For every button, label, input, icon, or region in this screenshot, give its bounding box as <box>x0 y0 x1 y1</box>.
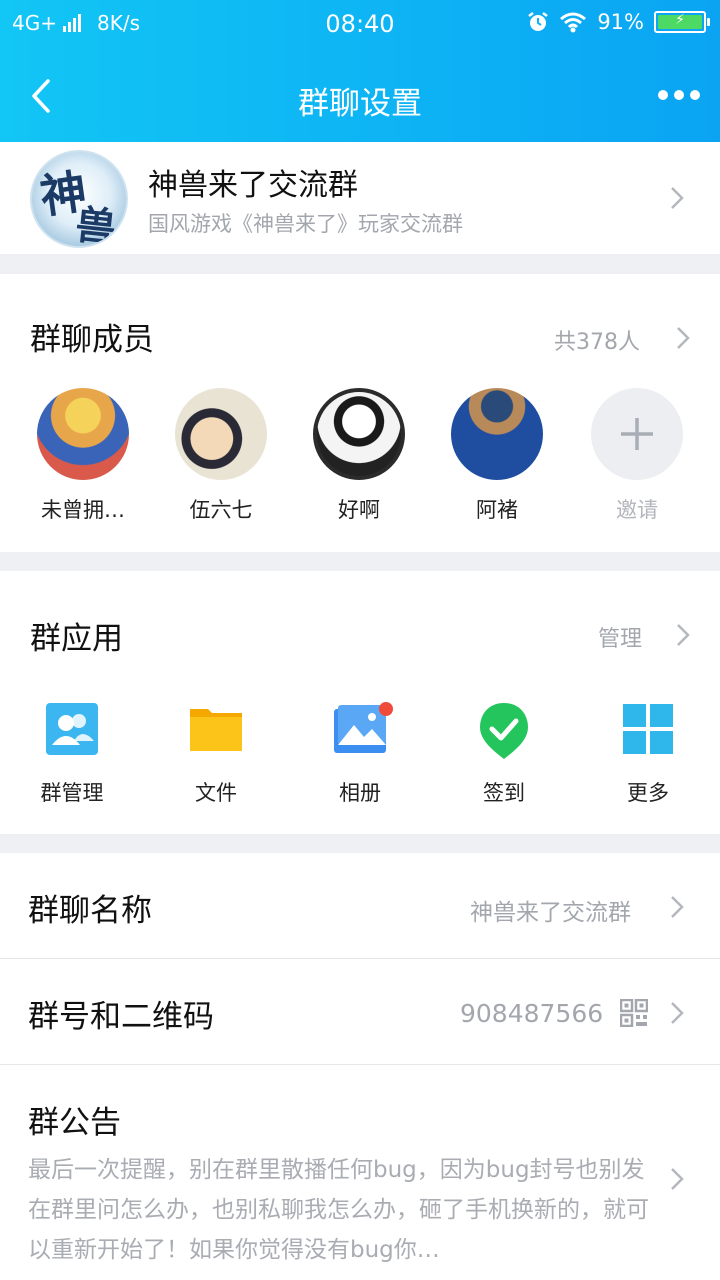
nav-bar: 群聊设置 <box>0 50 720 142</box>
more-dots-icon[interactable] <box>658 90 700 100</box>
app-label: 相册 <box>339 781 381 805</box>
apps-section: 群应用 管理 群管理 文件 相册 签到 更多 <box>0 571 720 834</box>
member-count[interactable]: 共378人 <box>554 324 640 356</box>
member-item[interactable]: 好啊 <box>294 388 424 524</box>
settings-section: 群聊名称 神兽来了交流群 群号和二维码 908487566 群公告 最后一次提醒… <box>0 853 720 1280</box>
battery-icon: ⚡ <box>654 11 710 33</box>
chevron-right-icon[interactable] <box>676 326 690 350</box>
avatar-cartoon-ninja <box>175 388 267 480</box>
app-files[interactable]: 文件 <box>156 701 276 807</box>
avatar-photo-jacket <box>451 388 543 480</box>
qr-code-icon <box>619 998 649 1028</box>
app-label: 文件 <box>195 781 237 805</box>
app-group-manage[interactable]: 群管理 <box>12 701 132 807</box>
row-label: 群号和二维码 <box>28 999 214 1035</box>
app-label: 群管理 <box>40 781 104 805</box>
member-item[interactable]: 阿褚 <box>432 388 562 524</box>
group-name: 神兽来了交流群 <box>148 168 358 203</box>
member-name: 未曾拥… <box>41 498 125 522</box>
row-label: 群聊名称 <box>28 893 152 929</box>
group-number-value: 908487566 <box>460 999 604 1028</box>
avatar-cartoon-racer <box>37 388 129 480</box>
status-bar: 4G+ 8K/s 08:40 91% ⚡ <box>0 0 720 50</box>
group-manage-icon <box>44 701 100 757</box>
invite-button[interactable]: 邀请 <box>572 388 702 524</box>
app-label: 签到 <box>483 781 525 805</box>
battery-percent: 91% <box>597 10 644 34</box>
app-check-in[interactable]: 签到 <box>444 701 564 807</box>
page-title: 群聊设置 <box>298 86 422 122</box>
notice-text: 最后一次提醒，别在群里散播任何bug，因为bug封号也别发在群里问怎么办，也别私… <box>28 1157 649 1263</box>
wifi-icon <box>560 12 587 33</box>
group-number-row[interactable]: 群号和二维码 908487566 <box>0 959 720 1064</box>
notification-badge <box>379 702 393 716</box>
invite-label: 邀请 <box>616 498 658 522</box>
member-item[interactable]: 伍六七 <box>156 388 286 524</box>
chevron-right-icon[interactable] <box>676 623 690 647</box>
chevron-right-icon <box>670 895 684 919</box>
group-name-row[interactable]: 群聊名称 神兽来了交流群 <box>0 853 720 958</box>
member-item[interactable]: 未曾拥… <box>18 388 148 524</box>
app-more[interactable]: 更多 <box>588 701 708 807</box>
group-name-value: 神兽来了交流群 <box>470 900 631 926</box>
chevron-right-icon <box>670 1167 684 1191</box>
members-section: 群聊成员 共378人 未曾拥… 伍六七 好啊 阿褚 邀请 <box>0 274 720 552</box>
apps-title: 群应用 <box>30 621 123 657</box>
avatar-manga-suit <box>313 388 405 480</box>
alarm-icon <box>528 12 549 31</box>
member-name: 好啊 <box>338 498 380 522</box>
row-label: 群公告 <box>28 1105 121 1141</box>
app-album[interactable]: 相册 <box>300 701 420 807</box>
app-label: 更多 <box>627 781 669 805</box>
member-name: 阿褚 <box>476 498 518 522</box>
apps-manage-link[interactable]: 管理 <box>598 621 642 653</box>
check-in-icon <box>476 701 532 759</box>
avatar-glyph: 兽 <box>73 201 118 248</box>
photo-album-icon <box>332 701 393 757</box>
grid-more-icon <box>620 701 676 757</box>
members-title: 群聊成员 <box>30 322 154 358</box>
group-header[interactable]: 神 兽 神兽来了交流群 国风游戏《神兽来了》玩家交流群 <box>0 142 720 254</box>
member-name: 伍六七 <box>189 498 253 522</box>
plus-icon <box>591 388 683 480</box>
group-description: 国风游戏《神兽来了》玩家交流群 <box>148 212 463 236</box>
folder-icon <box>188 701 244 757</box>
chevron-right-icon <box>670 186 684 210</box>
chevron-right-icon <box>670 1001 684 1025</box>
group-avatar: 神 兽 <box>30 150 128 248</box>
